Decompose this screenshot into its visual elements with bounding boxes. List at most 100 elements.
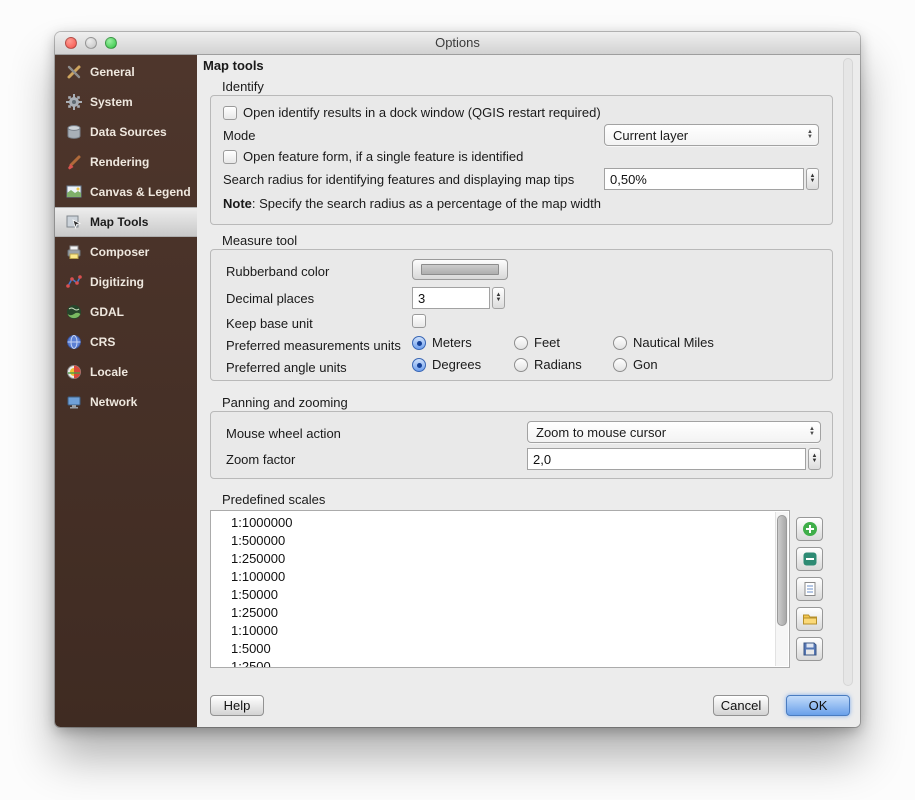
scale-list-item[interactable]: 1:25000 bbox=[211, 604, 789, 622]
units-meters-option[interactable]: Meters bbox=[412, 335, 472, 350]
feature-form-label: Open feature form, if a single feature i… bbox=[243, 149, 523, 164]
sidebar-item-composer[interactable]: Composer bbox=[55, 237, 197, 267]
identify-mode-value: Current layer bbox=[613, 128, 688, 143]
degrees-radio[interactable] bbox=[412, 358, 426, 372]
meters-radio[interactable] bbox=[412, 336, 426, 350]
angle-radians-option[interactable]: Radians bbox=[514, 357, 582, 372]
list-page-icon bbox=[802, 581, 818, 597]
close-button[interactable] bbox=[65, 37, 77, 49]
scale-list-item[interactable]: 1:1000000 bbox=[211, 514, 789, 532]
nautical-miles-radio[interactable] bbox=[613, 336, 627, 350]
decimal-places-stepper[interactable]: ▲▼ bbox=[492, 287, 505, 309]
default-scales-button[interactable] bbox=[796, 577, 823, 601]
keep-base-unit-label: Keep base unit bbox=[226, 316, 313, 331]
mouse-wheel-label: Mouse wheel action bbox=[226, 426, 341, 441]
composer-icon bbox=[65, 244, 83, 260]
rubberband-color-swatch bbox=[421, 264, 500, 275]
sidebar-item-label: Map Tools bbox=[90, 215, 148, 229]
radians-radio[interactable] bbox=[514, 358, 528, 372]
sidebar-item-locale[interactable]: Locale bbox=[55, 357, 197, 387]
keep-base-unit-checkbox[interactable] bbox=[412, 314, 426, 328]
minimize-button[interactable] bbox=[85, 37, 97, 49]
network-monitor-icon bbox=[65, 394, 83, 410]
decimal-places-input[interactable] bbox=[412, 287, 490, 309]
zoom-factor-stepper[interactable]: ▲▼ bbox=[808, 448, 821, 470]
zoom-factor-input[interactable] bbox=[527, 448, 806, 470]
sidebar-item-digitizing[interactable]: Digitizing bbox=[55, 267, 197, 297]
search-radius-spinner: ▲▼ bbox=[604, 168, 819, 190]
scale-list-item[interactable]: 1:2500 bbox=[211, 658, 789, 668]
feet-label: Feet bbox=[534, 335, 560, 350]
canvas-legend-icon bbox=[65, 184, 83, 200]
angle-degrees-option[interactable]: Degrees bbox=[412, 357, 481, 372]
dock-window-label: Open identify results in a dock window (… bbox=[243, 105, 601, 120]
general-tools-icon bbox=[65, 64, 83, 80]
titlebar[interactable]: Options bbox=[55, 32, 860, 55]
sidebar-item-system[interactable]: System bbox=[55, 87, 197, 117]
content-scrollbar[interactable] bbox=[843, 58, 853, 686]
gdal-icon bbox=[65, 304, 83, 320]
sidebar-item-label: Network bbox=[90, 395, 137, 409]
feet-radio[interactable] bbox=[514, 336, 528, 350]
sidebar-item-label: System bbox=[90, 95, 133, 109]
identify-mode-select[interactable]: Current layer ▲▼ bbox=[604, 124, 819, 146]
sidebar-item-label: Composer bbox=[90, 245, 149, 259]
scale-list-item[interactable]: 1:100000 bbox=[211, 568, 789, 586]
sidebar-item-network[interactable]: Network bbox=[55, 387, 197, 417]
meters-label: Meters bbox=[432, 335, 472, 350]
dock-window-row: Open identify results in a dock window (… bbox=[223, 105, 601, 120]
panning-section-label: Panning and zooming bbox=[222, 395, 348, 410]
nautical-miles-label: Nautical Miles bbox=[633, 335, 714, 350]
zoom-button[interactable] bbox=[105, 37, 117, 49]
save-floppy-icon bbox=[802, 641, 818, 657]
locale-icon bbox=[65, 364, 83, 380]
zoom-factor-spinner: ▲▼ bbox=[527, 448, 821, 470]
scale-list-item[interactable]: 1:500000 bbox=[211, 532, 789, 550]
map-tools-pane: Map tools Identify Open identify results… bbox=[197, 55, 860, 727]
sidebar-item-map-tools[interactable]: Map Tools bbox=[55, 207, 197, 237]
sidebar-item-label: CRS bbox=[90, 335, 115, 349]
scales-scrollbar-thumb[interactable] bbox=[777, 515, 787, 626]
feature-form-checkbox[interactable] bbox=[223, 150, 237, 164]
angle-gon-option[interactable]: Gon bbox=[613, 357, 658, 372]
mouse-wheel-select[interactable]: Zoom to mouse cursor ▲▼ bbox=[527, 421, 821, 443]
help-button[interactable]: Help bbox=[210, 695, 264, 716]
mode-label: Mode bbox=[223, 128, 256, 143]
rubberband-color-label: Rubberband color bbox=[226, 264, 329, 279]
gon-radio[interactable] bbox=[613, 358, 627, 372]
sidebar-item-data-sources[interactable]: Data Sources bbox=[55, 117, 197, 147]
scales-scrollbar[interactable] bbox=[775, 512, 788, 666]
sidebar-item-label: Locale bbox=[90, 365, 128, 379]
add-scale-button[interactable] bbox=[796, 517, 823, 541]
units-feet-option[interactable]: Feet bbox=[514, 335, 560, 350]
traffic-lights bbox=[65, 37, 117, 49]
search-radius-input[interactable] bbox=[604, 168, 804, 190]
page-title: Map tools bbox=[203, 58, 264, 73]
units-nautical-option[interactable]: Nautical Miles bbox=[613, 335, 714, 350]
sidebar-item-gdal[interactable]: GDAL bbox=[55, 297, 197, 327]
rubberband-color-button[interactable] bbox=[412, 259, 508, 280]
sidebar-item-label: General bbox=[90, 65, 135, 79]
sidebar-item-rendering[interactable]: Rendering bbox=[55, 147, 197, 177]
search-radius-stepper[interactable]: ▲▼ bbox=[806, 168, 819, 190]
plus-icon bbox=[802, 521, 818, 537]
dock-window-checkbox[interactable] bbox=[223, 106, 237, 120]
scale-list-item[interactable]: 1:50000 bbox=[211, 586, 789, 604]
scale-list-item[interactable]: 1:10000 bbox=[211, 622, 789, 640]
window-title: Options bbox=[55, 32, 860, 54]
digitizing-icon bbox=[65, 274, 83, 290]
cancel-button[interactable]: Cancel bbox=[713, 695, 769, 716]
scale-list-item[interactable]: 1:250000 bbox=[211, 550, 789, 568]
import-scales-button[interactable] bbox=[796, 607, 823, 631]
sidebar-item-canvas-legend[interactable]: Canvas & Legend bbox=[55, 177, 197, 207]
degrees-label: Degrees bbox=[432, 357, 481, 372]
export-scales-button[interactable] bbox=[796, 637, 823, 661]
scale-list-item[interactable]: 1:5000 bbox=[211, 640, 789, 658]
sidebar-item-general[interactable]: General bbox=[55, 57, 197, 87]
remove-scale-button[interactable] bbox=[796, 547, 823, 571]
predefined-scales-list[interactable]: 1:1000000 1:500000 1:250000 1:100000 1:5… bbox=[210, 510, 790, 668]
ok-button[interactable]: OK bbox=[786, 695, 850, 716]
sidebar-item-label: Canvas & Legend bbox=[90, 185, 191, 199]
minus-icon bbox=[802, 551, 818, 567]
sidebar-item-crs[interactable]: CRS bbox=[55, 327, 197, 357]
